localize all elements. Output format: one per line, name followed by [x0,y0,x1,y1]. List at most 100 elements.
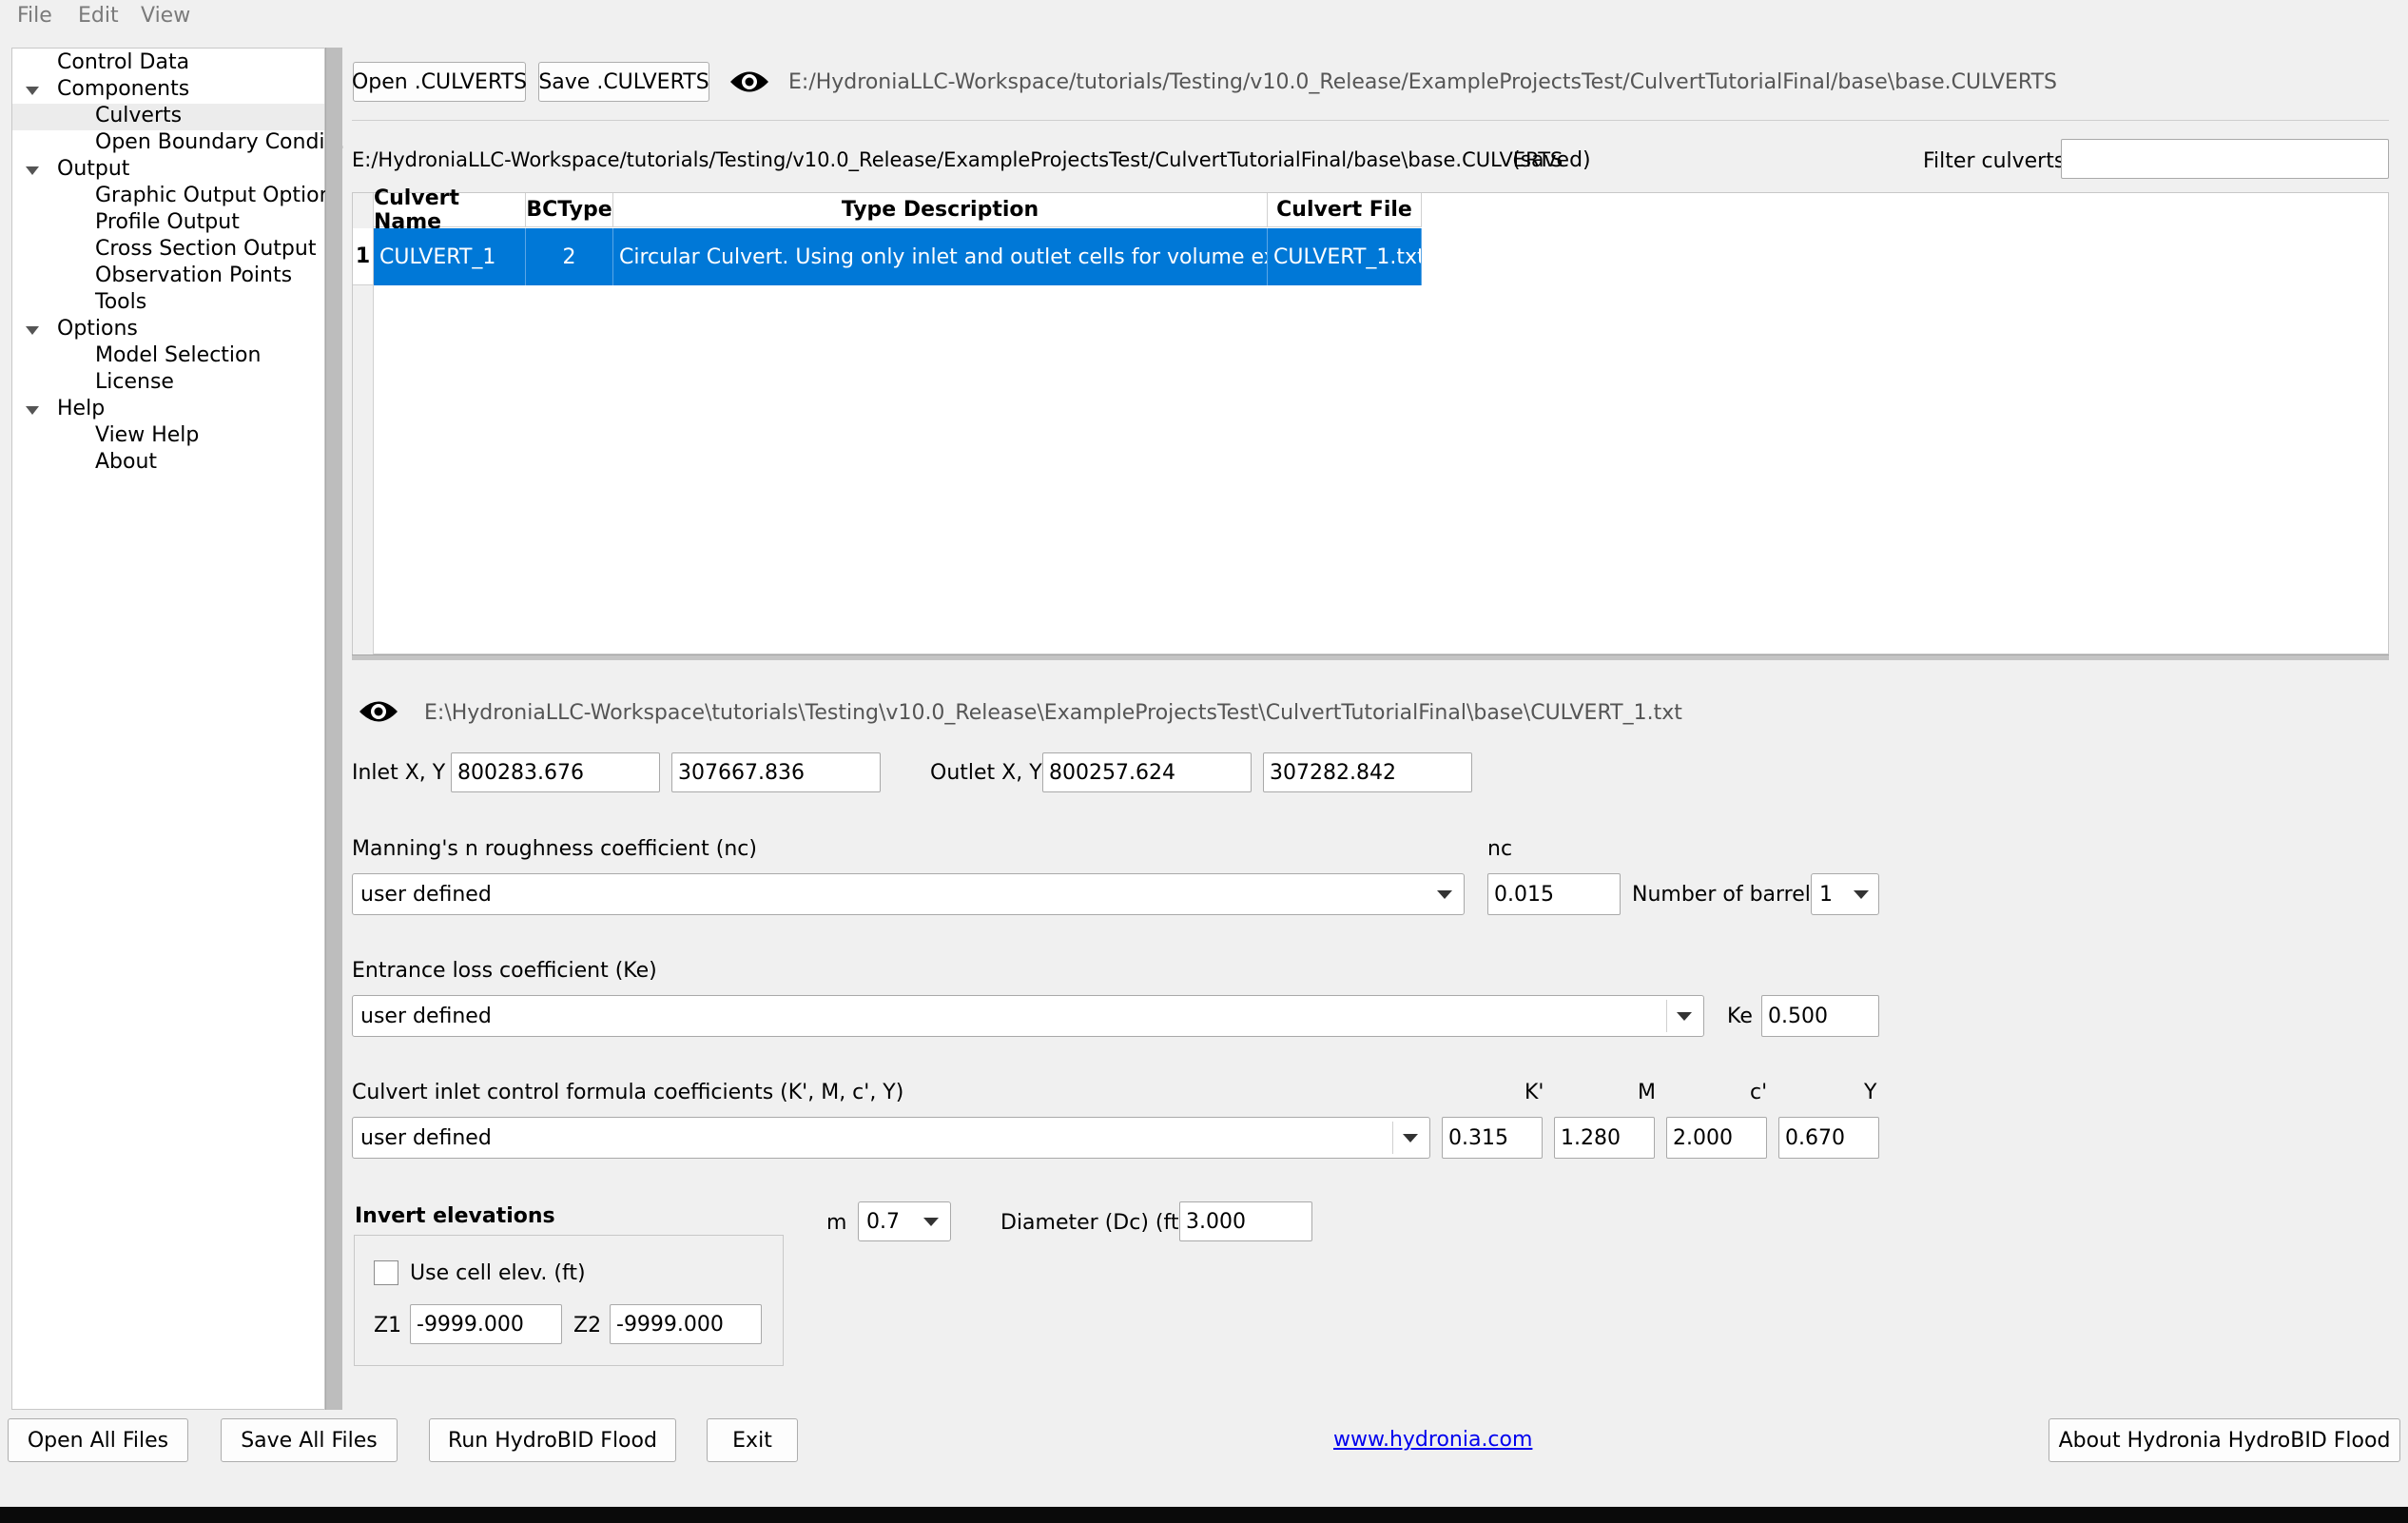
about-button[interactable]: About Hydronia HydroBID Flood [2049,1418,2400,1462]
tree-item-open-boundary[interactable]: Open Boundary Condi... [95,130,345,154]
z2-input[interactable] [610,1304,762,1344]
filter-culverts-input[interactable] [2061,139,2389,179]
column-header-bctype[interactable]: BCType [526,193,613,227]
navigation-tree: Control Data Components Culverts Open Bo… [11,48,345,1410]
tree-item-license[interactable]: License [95,370,174,394]
tree-item-output[interactable]: Output [57,157,129,181]
expand-arrow-icon[interactable] [26,166,39,175]
y-coef-label: Y [1864,1081,1877,1104]
ke-input[interactable] [1761,995,1879,1037]
m-select[interactable]: 0.7 [858,1201,951,1241]
run-hydrobid-flood-button[interactable]: Run HydroBID Flood [429,1418,676,1462]
entrance-select-value: user defined [360,1004,492,1028]
tree-item-cross-section-output[interactable]: Cross Section Output [95,237,316,261]
use-cell-elev-checkbox[interactable] [374,1260,398,1285]
barrels-label: Number of barrels [1632,883,1822,907]
m-coef-input[interactable] [1554,1117,1655,1159]
use-cell-elev-label: Use cell elev. (ft) [410,1261,586,1285]
tree-item-control-data[interactable]: Control Data [57,50,189,74]
tree-item-about[interactable]: About [95,450,157,474]
chevron-down-icon [1677,1012,1692,1021]
combo-separator [1666,1000,1667,1032]
tree-item-view-help[interactable]: View Help [95,423,199,447]
diameter-label: Diameter (Dc) (ft) [1000,1211,1188,1235]
tree-item-profile-output[interactable]: Profile Output [95,210,240,234]
eye-icon[interactable] [728,68,770,96]
inlet-control-select[interactable]: user defined [352,1117,1430,1159]
column-header-file[interactable]: Culvert File [1268,193,1422,227]
tree-item-culverts[interactable]: Culverts [95,104,182,127]
diameter-input[interactable] [1179,1201,1312,1241]
y-coef-input[interactable] [1778,1117,1879,1159]
save-culverts-button[interactable]: Save .CULVERTS [538,62,709,102]
table-splitter[interactable] [352,654,2389,660]
expand-arrow-icon[interactable] [26,87,39,95]
tree-item-tools[interactable]: Tools [95,290,146,314]
inlet-y-input[interactable] [671,752,881,792]
filter-label: Filter culverts [1923,149,2066,173]
chevron-down-icon [923,1218,939,1226]
column-header-description[interactable]: Type Description [613,193,1268,227]
z1-label: Z1 [374,1314,402,1338]
cell-bctype[interactable]: 2 [526,228,613,285]
tree-item-model-selection[interactable]: Model Selection [95,343,261,367]
manning-select[interactable]: user defined [352,873,1465,915]
taskbar-strip [0,1507,2408,1523]
saved-status: (saved) [1512,148,1591,172]
cell-culvert-file[interactable]: CULVERT_1.txt [1268,228,1422,285]
nc-input[interactable] [1487,873,1621,915]
panel-splitter[interactable] [325,48,342,1410]
tree-item-observation-points[interactable]: Observation Points [95,264,292,287]
inlet-control-select-value: user defined [360,1125,492,1150]
entrance-select[interactable]: user defined [352,995,1704,1037]
culvert-file-path: E:\HydroniaLLC-Workspace\tutorials\Testi… [424,701,1682,725]
cell-type-description[interactable]: Circular Culvert. Using only inlet and o… [613,228,1268,285]
m-label: m [826,1211,847,1235]
m-select-value: 0.7 [866,1209,900,1234]
z2-label: Z2 [573,1314,602,1338]
menu-view[interactable]: View [141,4,190,28]
culverts-table: Culvert Name BCType Type Description Cul… [352,186,2389,655]
manning-select-value: user defined [360,882,492,907]
hydronia-website-link[interactable]: www.hydronia.com [1333,1428,1532,1452]
tree-item-graphic-output[interactable]: Graphic Output Options [95,184,343,207]
inlet-control-label: Culvert inlet control formula coefficien… [352,1081,904,1104]
chevron-down-icon [1437,890,1452,899]
cell-culvert-name[interactable]: CULVERT_1 [374,228,526,285]
save-all-files-button[interactable]: Save All Files [221,1418,398,1462]
c-coef-input[interactable] [1666,1117,1767,1159]
m-coef-label: M [1638,1081,1656,1104]
tree-item-components[interactable]: Components [57,77,189,101]
entrance-label: Entrance loss coefficient (Ke) [352,959,657,983]
menu-file[interactable]: File [17,4,52,28]
column-header-name[interactable]: Culvert Name [374,186,526,234]
z1-input[interactable] [410,1304,562,1344]
menu-edit[interactable]: Edit [78,4,119,28]
current-file-path: E:/HydroniaLLC-Workspace/tutorials/Testi… [352,148,1563,171]
barrels-select[interactable]: 1 [1811,873,1879,915]
expand-arrow-icon[interactable] [26,326,39,335]
inlet-x-input[interactable] [451,752,660,792]
c-coef-label: c' [1750,1081,1768,1104]
k-coef-input[interactable] [1442,1117,1543,1159]
exit-button[interactable]: Exit [707,1418,798,1462]
tree-item-help[interactable]: Help [57,397,105,420]
ke-label: Ke [1727,1005,1753,1028]
open-all-files-button[interactable]: Open All Files [8,1418,188,1462]
outlet-label: Outlet X, Y [930,761,1042,785]
chevron-down-icon [1854,890,1869,899]
manning-label: Manning's n roughness coefficient (nc) [352,837,757,861]
outlet-x-input[interactable] [1042,752,1252,792]
expand-arrow-icon[interactable] [26,406,39,415]
tree-item-options[interactable]: Options [57,317,138,341]
nc-label: nc [1487,837,1513,861]
inlet-label: Inlet X, Y [352,761,446,785]
chevron-down-icon [1403,1134,1418,1142]
open-culverts-button[interactable]: Open .CULVERTS [352,62,527,102]
barrels-select-value: 1 [1819,882,1833,907]
invert-elevations-group: Use cell elev. (ft) Z1 Z2 [354,1235,784,1366]
outlet-y-input[interactable] [1263,752,1472,792]
eye-icon[interactable] [358,697,399,726]
culverts-file-path: E:/HydroniaLLC-Workspace/tutorials/Testi… [788,70,2057,94]
row-number[interactable]: 1 [353,228,374,285]
